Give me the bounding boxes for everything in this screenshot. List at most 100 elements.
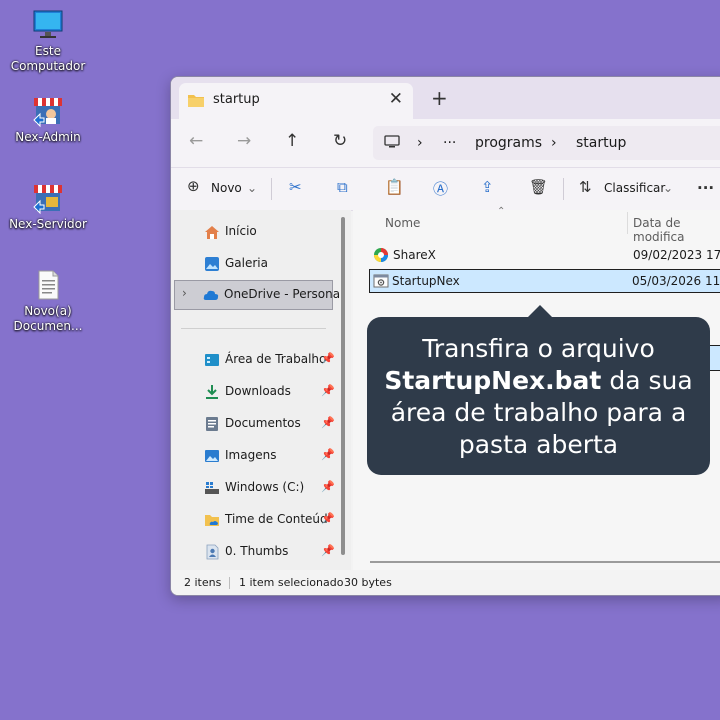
folder-icon bbox=[188, 95, 204, 107]
column-divider[interactable] bbox=[627, 212, 628, 234]
nav-divider bbox=[181, 328, 326, 329]
monitor-icon bbox=[33, 10, 63, 38]
column-header-name[interactable]: Nome bbox=[385, 216, 420, 230]
desktop-icon-este-computador[interactable]: Este Computador bbox=[6, 8, 90, 74]
cut-icon[interactable]: ✂ bbox=[289, 178, 302, 196]
status-size: 30 bytes bbox=[344, 576, 392, 589]
store-server-icon bbox=[33, 185, 62, 215]
sort-ascending-icon: ⌃ bbox=[497, 206, 506, 217]
documents-icon bbox=[206, 417, 218, 431]
download-icon bbox=[206, 385, 218, 399]
store-admin-icon bbox=[33, 98, 62, 128]
rename-icon[interactable]: Ⓐ bbox=[433, 178, 448, 199]
nav-item-label: Time de Conteúd bbox=[225, 512, 328, 526]
chevron-down-icon: ⌄ bbox=[247, 181, 258, 195]
copy-icon[interactable]: ⧉ bbox=[337, 178, 348, 196]
pin-icon[interactable]: 📌 bbox=[321, 544, 335, 557]
toolbar-divider bbox=[271, 178, 272, 200]
onedrive-cloud-icon bbox=[203, 290, 219, 300]
up-arrow-icon[interactable]: ↑ bbox=[285, 131, 299, 151]
new-plus-icon: ⊕ bbox=[187, 177, 200, 195]
file-name: StartupNex bbox=[392, 274, 460, 288]
instruction-filename: StartupNex.bat bbox=[384, 366, 602, 395]
nav-scrollbar[interactable] bbox=[341, 217, 345, 555]
column-header-date[interactable]: Data de modifica bbox=[633, 216, 720, 244]
instruction-text: Transfira o arquivo StartupNex.bat da su… bbox=[384, 334, 693, 459]
breadcrumb-startup[interactable]: startup bbox=[576, 135, 626, 151]
pin-icon[interactable]: 📌 bbox=[321, 480, 335, 493]
this-pc-icon bbox=[384, 135, 400, 148]
paste-icon[interactable]: 📋 bbox=[385, 178, 404, 196]
desktop-icon-label: Nex-Servidor bbox=[9, 217, 87, 231]
breadcrumb-separator: › bbox=[417, 135, 423, 151]
chevron-right-icon[interactable]: › bbox=[182, 286, 187, 300]
nav-item-area-de-trabalho[interactable]: Área de Trabalho 📌 bbox=[171, 346, 343, 374]
tab-startup[interactable]: startup ✕ bbox=[179, 83, 413, 119]
status-divider bbox=[229, 577, 230, 589]
breadcrumb-programs[interactable]: programs bbox=[475, 135, 542, 151]
more-options-button[interactable]: ··· bbox=[697, 179, 714, 197]
pin-icon[interactable]: 📌 bbox=[321, 416, 335, 429]
back-arrow-icon[interactable]: ← bbox=[189, 131, 203, 151]
status-bar: 2 itens 1 item selecionado 30 bytes bbox=[171, 571, 720, 595]
sort-button[interactable]: Classificar bbox=[604, 181, 665, 195]
nav-item-label: Imagens bbox=[225, 448, 277, 462]
file-row-sharex[interactable]: ShareX 09/02/2023 17:04 bbox=[369, 243, 720, 267]
nav-item-thumbs[interactable]: 0. Thumbs 📌 bbox=[171, 538, 343, 566]
new-button[interactable]: Novo bbox=[211, 181, 242, 195]
delete-icon[interactable]: 🗑 bbox=[529, 178, 548, 196]
nav-item-label: Início bbox=[225, 224, 257, 238]
instruction-callout: Transfira o arquivo StartupNex.bat da su… bbox=[367, 317, 710, 475]
pin-icon[interactable]: 📌 bbox=[321, 512, 335, 525]
nav-item-inicio[interactable]: Início bbox=[171, 218, 343, 246]
status-item-count: 2 itens bbox=[184, 576, 222, 589]
pictures-icon bbox=[205, 450, 219, 462]
breadcrumb-ellipsis[interactable]: ··· bbox=[443, 135, 456, 151]
close-tab-icon[interactable]: ✕ bbox=[389, 89, 403, 109]
desktop-icon-label: Este Computador bbox=[10, 44, 86, 73]
nav-item-imagens[interactable]: Imagens 📌 bbox=[171, 442, 343, 470]
nav-item-label: 0. Thumbs bbox=[225, 544, 289, 558]
toolbar-divider bbox=[563, 178, 564, 200]
horizontal-scrollbar[interactable] bbox=[370, 561, 720, 563]
refresh-icon[interactable]: ↻ bbox=[333, 131, 347, 151]
nav-item-label: Windows (C:) bbox=[225, 480, 305, 494]
desktop-icon-label: Nex-Admin bbox=[15, 130, 81, 144]
pin-icon[interactable]: 📌 bbox=[321, 384, 335, 397]
nav-item-time-de-conteudo[interactable]: Time de Conteúd 📌 bbox=[171, 506, 343, 534]
file-date: 05/03/2026 11:11 bbox=[632, 274, 720, 288]
nav-item-label: Área de Trabalho bbox=[225, 352, 327, 366]
forward-arrow-icon[interactable]: → bbox=[237, 131, 251, 151]
drive-icon bbox=[205, 482, 219, 494]
breadcrumb-separator: › bbox=[551, 135, 557, 151]
nav-item-downloads[interactable]: Downloads 📌 bbox=[171, 378, 343, 406]
status-selected: 1 item selecionado bbox=[239, 576, 344, 589]
nav-item-windows-c[interactable]: Windows (C:) 📌 bbox=[171, 474, 343, 502]
desktop-icon-label: Novo(a) Documen... bbox=[13, 304, 83, 333]
desktop-folder-icon bbox=[205, 354, 219, 366]
nav-item-label: Documentos bbox=[225, 416, 301, 430]
gallery-icon bbox=[205, 257, 219, 271]
pin-icon[interactable]: 📌 bbox=[321, 352, 335, 365]
nav-item-onedrive[interactable]: › OneDrive - Personal bbox=[174, 280, 343, 310]
nav-item-galeria[interactable]: Galeria bbox=[171, 250, 343, 278]
desktop-icon-novo-documento[interactable]: Novo(a) Documen... bbox=[6, 268, 90, 334]
file-row-startupnex[interactable]: StartupNex 05/03/2026 11:11 bbox=[369, 269, 720, 293]
address-box[interactable]: › ··· programs › startup bbox=[373, 126, 720, 160]
text-document-icon bbox=[38, 270, 59, 300]
desktop-icon-nex-servidor[interactable]: Nex-Servidor bbox=[6, 181, 90, 232]
pin-icon[interactable]: 📌 bbox=[321, 448, 335, 461]
share-icon[interactable]: ⇪ bbox=[481, 178, 494, 196]
batch-file-icon bbox=[373, 274, 389, 288]
file-date: 09/02/2023 17:04 bbox=[633, 248, 720, 262]
folder-user-icon bbox=[206, 544, 219, 560]
command-toolbar: ⊕ Novo ⌄ ✂ ⧉ 📋 Ⓐ ⇪ 🗑 ⇅ Classificar ⌄ ··· bbox=[171, 167, 720, 211]
desktop-icon-nex-admin[interactable]: Nex-Admin bbox=[6, 94, 90, 145]
home-icon bbox=[205, 226, 219, 239]
new-tab-button[interactable]: + bbox=[431, 86, 448, 110]
address-bar-row: ← → ↑ ↻ › ··· programs › startup bbox=[171, 119, 720, 167]
tab-bar: startup ✕ + bbox=[171, 77, 720, 119]
nav-item-documentos[interactable]: Documentos 📌 bbox=[171, 410, 343, 438]
navigation-pane: Início Galeria › OneDrive - Personal Áre… bbox=[171, 210, 351, 570]
nav-item-label: OneDrive - Personal bbox=[224, 287, 344, 301]
